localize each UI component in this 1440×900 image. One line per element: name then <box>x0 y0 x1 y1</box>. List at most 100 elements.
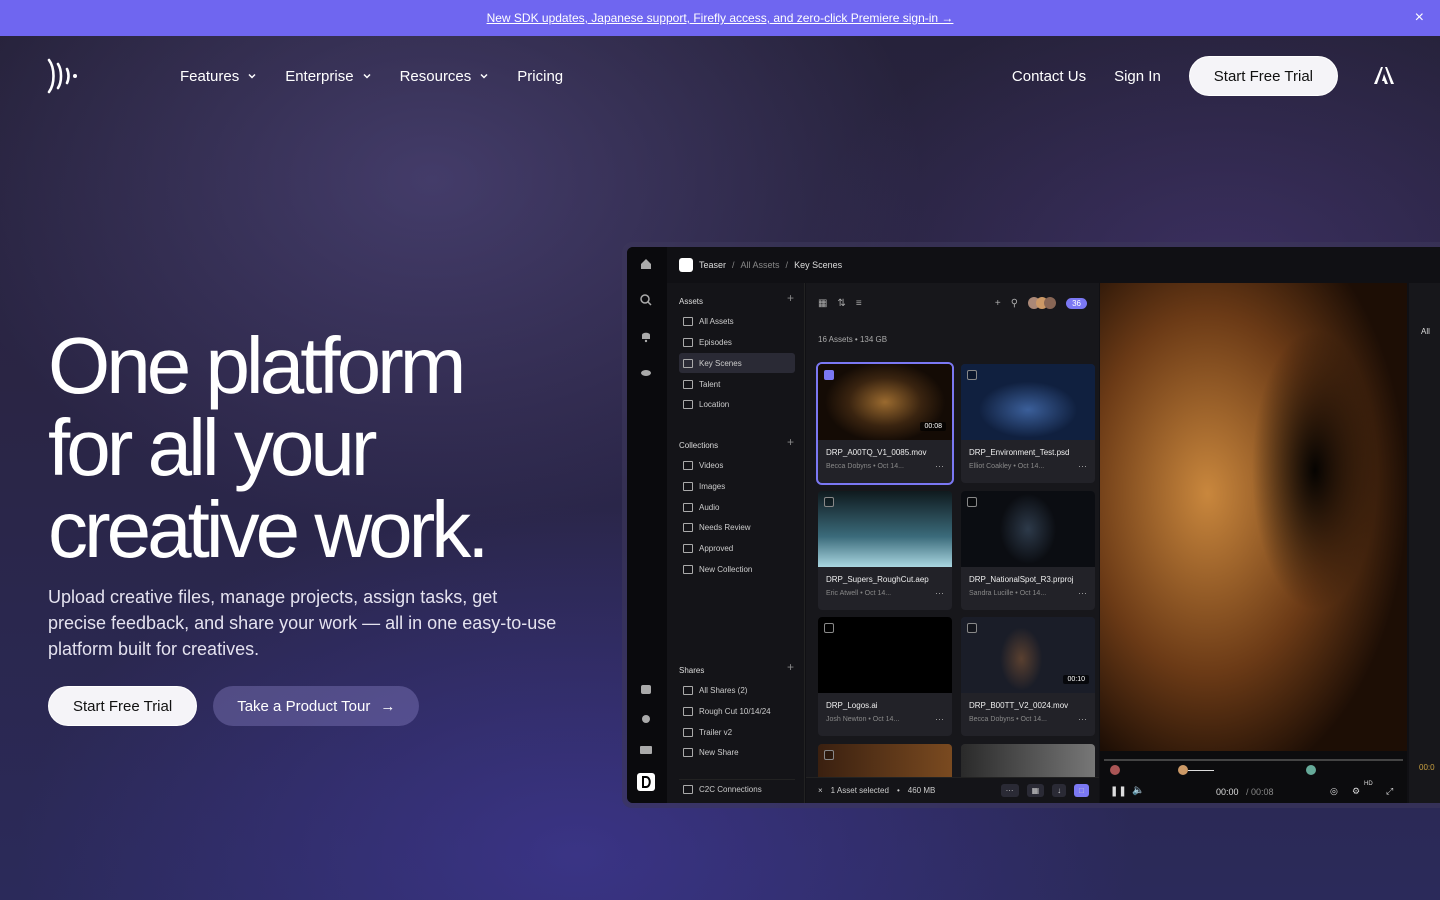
settings-icon[interactable]: ⚙ <box>1352 786 1360 797</box>
filter-icon[interactable]: ≡ <box>856 298 862 309</box>
grid-toolbar: ▦ ⇅ ≡ + ⚲ 36 <box>818 295 1087 311</box>
share-trailer[interactable]: Trailer v2 <box>679 722 795 742</box>
select-checkbox[interactable] <box>824 370 834 380</box>
location-icon[interactable]: ◎ <box>1330 786 1338 797</box>
timeline[interactable] <box>1104 759 1403 761</box>
collection-audio[interactable]: Audio <box>679 497 795 517</box>
asset-name: DRP_Environment_Test.psd <box>969 448 1070 457</box>
select-checkbox[interactable] <box>967 497 977 507</box>
share-icon[interactable]: □ <box>1074 784 1089 797</box>
announcement-link[interactable]: New SDK updates, Japanese support, Firef… <box>487 11 954 25</box>
sort-icon[interactable]: ⇅ <box>837 298 845 309</box>
collection-label: Images <box>699 481 726 491</box>
asset-card[interactable]: DRP_NationalSpot_R3.prproj Sandra Lucill… <box>961 491 1095 610</box>
select-checkbox[interactable] <box>824 497 834 507</box>
avatar-group[interactable] <box>1028 297 1057 309</box>
more-icon[interactable]: ··· <box>1078 461 1087 471</box>
pause-icon[interactable]: ❚❚ <box>1110 786 1127 797</box>
select-checkbox[interactable] <box>824 750 834 760</box>
close-icon[interactable]: × <box>1415 9 1424 27</box>
bell-icon[interactable] <box>639 329 653 343</box>
app-rail <box>627 247 667 803</box>
select-checkbox[interactable] <box>967 623 977 633</box>
assets-header: Assets <box>679 297 704 306</box>
collection-needs-review[interactable]: Needs Review <box>679 517 795 537</box>
select-checkbox[interactable] <box>967 370 977 380</box>
help-icon[interactable] <box>639 683 653 697</box>
add-collection-icon[interactable]: + <box>787 435 794 449</box>
add-icon[interactable]: + <box>995 298 1001 309</box>
select-checkbox[interactable] <box>824 623 834 633</box>
collection-new[interactable]: New Collection <box>679 559 795 579</box>
asset-card[interactable]: DRP_Supers_RoughCut.aep Eric Atwell • Oc… <box>818 491 952 610</box>
workspace-logo-icon[interactable] <box>637 773 655 791</box>
breadcrumb-all-assets[interactable]: All Assets <box>741 260 780 270</box>
tree-item-talent[interactable]: Talent <box>679 374 795 394</box>
close-icon[interactable]: × <box>818 786 823 795</box>
search-icon[interactable]: ⚲ <box>1011 298 1018 309</box>
sign-in-link[interactable]: Sign In <box>1114 68 1161 85</box>
comment-marker-icon[interactable] <box>1178 765 1188 775</box>
adobe-logo-icon[interactable] <box>1374 67 1394 85</box>
tree-item-all-assets[interactable]: All Assets <box>679 311 795 331</box>
nav-item-resources[interactable]: Resources <box>400 68 490 85</box>
asset-meta: Eric Atwell • Oct 14... <box>826 590 892 597</box>
keyboard-icon[interactable] <box>639 743 653 757</box>
more-icon[interactable]: ··· <box>1078 714 1087 724</box>
more-icon[interactable]: ··· <box>1078 588 1087 598</box>
collections-header: Collections <box>679 441 719 450</box>
add-share-icon[interactable]: + <box>787 660 794 674</box>
asset-name: DRP_B00TT_V2_0024.mov <box>969 701 1069 710</box>
home-icon[interactable] <box>639 257 653 271</box>
download-icon[interactable]: ↓ <box>1052 784 1067 797</box>
breadcrumb-project[interactable]: Teaser <box>699 260 726 270</box>
logo-icon[interactable] <box>46 58 80 94</box>
asset-size-text: 134 GB <box>859 335 888 344</box>
video-frame[interactable] <box>1100 283 1407 751</box>
share-all[interactable]: All Shares (2) <box>679 680 795 700</box>
lightbulb-icon[interactable] <box>639 713 653 727</box>
start-free-trial-button[interactable]: Start Free Trial <box>1188 56 1338 96</box>
more-icon[interactable]: ··· <box>935 461 944 471</box>
hero-start-trial-button[interactable]: Start Free Trial <box>48 686 198 726</box>
folder-icon <box>683 337 693 347</box>
tree-item-location[interactable]: Location <box>679 394 795 414</box>
c2c-connections[interactable]: C2C Connections <box>679 779 795 799</box>
collection-label: Videos <box>699 460 724 470</box>
search-icon[interactable] <box>639 293 653 307</box>
nav-item-enterprise[interactable]: Enterprise <box>285 68 371 85</box>
asset-card[interactable]: 00:10 DRP_B00TT_V2_0024.mov Becca Dobyns… <box>961 617 1095 736</box>
grid-view-icon[interactable]: ▦ <box>818 298 827 309</box>
volume-icon[interactable]: 🔈 <box>1132 785 1144 796</box>
move-icon[interactable]: ▦ <box>1026 784 1045 797</box>
share-rough-cut[interactable]: Rough Cut 10/14/24 <box>679 701 795 721</box>
share-new[interactable]: New Share <box>679 742 795 762</box>
contact-us-link[interactable]: Contact Us <box>1012 68 1086 85</box>
product-tour-button[interactable]: Take a Product Tour → <box>213 686 420 726</box>
more-icon[interactable]: ··· <box>1000 784 1019 797</box>
cloud-upload-icon[interactable] <box>639 365 653 379</box>
collection-images[interactable]: Images <box>679 476 795 496</box>
more-icon[interactable]: ··· <box>935 714 944 724</box>
asset-count-text: 16 Assets <box>818 335 853 344</box>
add-asset-icon[interactable]: + <box>787 291 794 305</box>
asset-card[interactable]: DRP_Environment_Test.psd Elliot Coakley … <box>961 364 1095 483</box>
comment-marker-icon[interactable] <box>1306 765 1316 775</box>
more-icon[interactable]: ··· <box>935 588 944 598</box>
asset-card[interactable]: DRP_Logos.ai Josh Newton • Oct 14... ··· <box>818 617 952 736</box>
tree-item-episodes[interactable]: Episodes <box>679 332 795 352</box>
asset-card[interactable]: 00:08 DRP_A00TQ_V1_0085.mov Becca Dobyns… <box>816 362 954 485</box>
collection-videos[interactable]: Videos <box>679 455 795 475</box>
tree-item-key-scenes[interactable]: Key Scenes <box>679 353 795 373</box>
nav-item-features[interactable]: Features <box>180 68 257 85</box>
breadcrumb-current[interactable]: Key Scenes <box>794 260 842 270</box>
c2c-label: C2C Connections <box>699 785 762 794</box>
nav-item-pricing[interactable]: Pricing <box>517 68 563 85</box>
people-count-badge[interactable]: 36 <box>1066 297 1087 309</box>
nav-actions: Contact Us Sign In Start Free Trial <box>1012 36 1394 116</box>
comments-panel-peek: All 00:0 <box>1409 283 1440 803</box>
comment-marker-icon[interactable] <box>1110 765 1120 775</box>
collection-approved[interactable]: Approved <box>679 538 795 558</box>
product-tour-label: Take a Product Tour <box>237 697 371 715</box>
fullscreen-icon[interactable]: ⤢ <box>1386 786 1393 797</box>
